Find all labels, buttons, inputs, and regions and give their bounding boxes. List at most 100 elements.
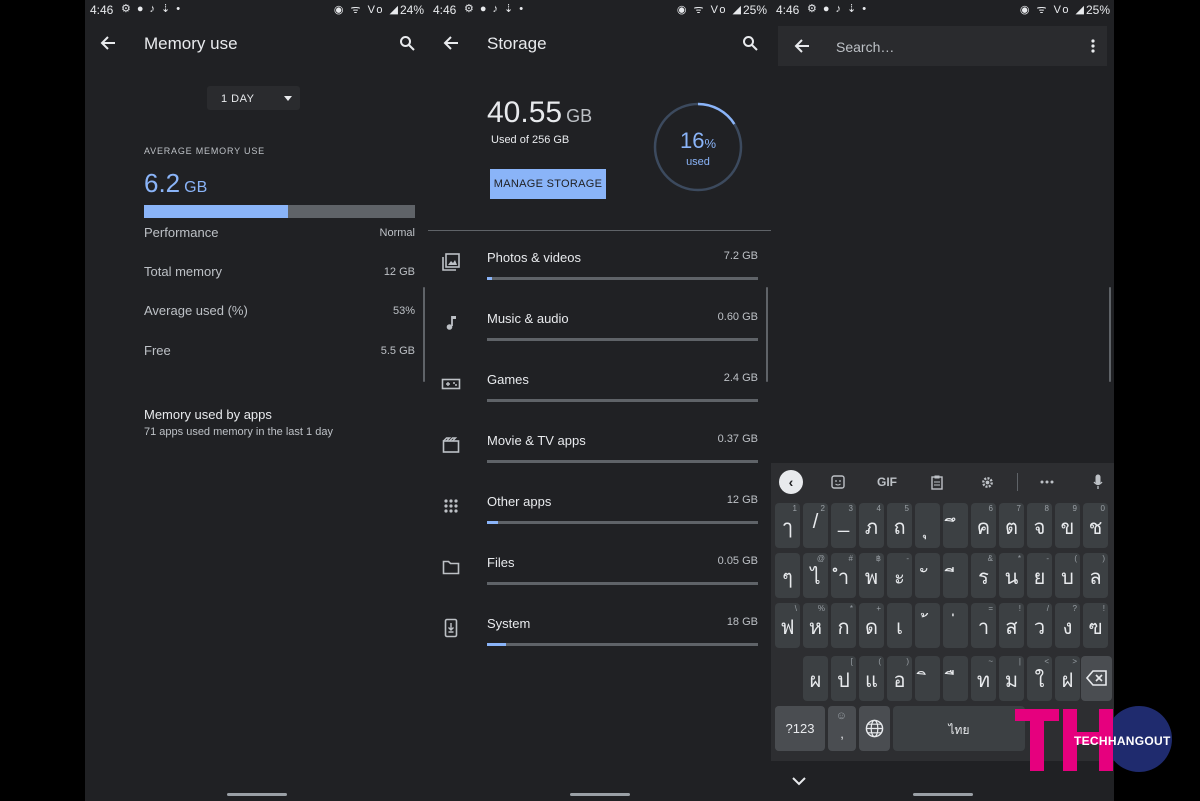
manage-storage-button[interactable]: MANAGE STORAGE xyxy=(490,169,606,199)
key-hint: 7 xyxy=(1016,504,1021,513)
key[interactable]: /2 xyxy=(803,503,828,548)
key[interactable]: ะ- xyxy=(887,553,912,598)
key-hint: 4 xyxy=(876,504,881,513)
key[interactable]: ี xyxy=(943,553,968,598)
key[interactable]: ต7 xyxy=(999,503,1024,548)
hide-keyboard-chevron-icon[interactable] xyxy=(789,771,809,791)
key[interactable]: ื xyxy=(943,656,968,701)
gesture-nav-handle[interactable] xyxy=(569,793,630,796)
storage-used-unit: GB xyxy=(566,106,593,126)
key[interactable]: ผ xyxy=(803,656,828,701)
key[interactable]: ่ xyxy=(943,603,968,648)
search-bar[interactable]: Search… xyxy=(778,26,1107,66)
key[interactable]: ใ < xyxy=(1027,656,1052,701)
key[interactable]: ฝ > xyxy=(1055,656,1080,701)
category-usage-bar xyxy=(487,643,758,646)
key[interactable]: ึ xyxy=(943,503,968,548)
settings-gear-icon[interactable] xyxy=(974,470,1000,494)
stat-label: Total memory xyxy=(144,264,223,279)
category-movie-tv-apps[interactable]: Movie & TV apps 0.37 GB xyxy=(428,420,771,481)
gesture-nav-handle[interactable] xyxy=(912,793,973,796)
category-games[interactable]: Games 2.4 GB xyxy=(428,359,771,420)
scroll-indicator[interactable] xyxy=(766,287,768,382)
symbols-key[interactable]: ?123 xyxy=(775,706,825,751)
key[interactable]: ้ xyxy=(915,603,940,648)
search-input[interactable]: Search… xyxy=(836,39,894,55)
comma-emoji-key[interactable]: ☺ , xyxy=(828,706,856,751)
period-dropdown[interactable]: 1 DAY xyxy=(207,86,300,110)
category-other-apps[interactable]: Other apps 12 GB xyxy=(428,481,771,542)
key[interactable]: ช0 xyxy=(1083,503,1108,548)
storage-used-number: 40.55 xyxy=(487,96,563,129)
sticker-icon[interactable] xyxy=(825,470,851,494)
key[interactable]: ฃ! xyxy=(1083,603,1108,648)
key[interactable]: ฟ \ xyxy=(775,603,800,648)
key[interactable]: ท ~ xyxy=(971,656,996,701)
key[interactable]: ก * xyxy=(831,603,856,648)
key[interactable]: อ) xyxy=(887,656,912,701)
key[interactable]: ๅ1 xyxy=(775,503,800,548)
key[interactable]: พ฿ xyxy=(859,553,884,598)
key[interactable]: ไ @ xyxy=(803,553,828,598)
category-name: Other apps xyxy=(487,494,552,509)
battery-level: 25% xyxy=(742,3,767,17)
gesture-nav-handle[interactable] xyxy=(226,793,287,796)
key[interactable]: า = xyxy=(971,603,996,648)
key[interactable]: ย- xyxy=(1027,553,1052,598)
back-arrow-icon[interactable] xyxy=(792,36,812,56)
key[interactable]: ล) xyxy=(1083,553,1108,598)
key[interactable]: ป[ xyxy=(831,656,856,701)
key[interactable]: ง? xyxy=(1055,603,1080,648)
language-globe-icon[interactable] xyxy=(859,706,890,751)
key-hint: ~ xyxy=(988,657,993,666)
backspace-key[interactable] xyxy=(1081,656,1112,701)
key[interactable]: ๆ xyxy=(775,553,800,598)
key[interactable]: ค6 xyxy=(971,503,996,548)
microphone-icon[interactable] xyxy=(1085,470,1111,494)
overflow-menu-icon[interactable] xyxy=(1085,36,1101,56)
key[interactable]: ส! xyxy=(999,603,1024,648)
key-char: / xyxy=(812,511,819,533)
category-files[interactable]: Files 0.05 GB xyxy=(428,542,771,603)
key[interactable]: ภ4 xyxy=(859,503,884,548)
scroll-indicator[interactable] xyxy=(423,287,425,382)
category-photos-videos[interactable]: Photos & videos 7.2 GB xyxy=(428,237,771,298)
category-system[interactable]: System 18 GB xyxy=(428,603,771,664)
gif-button[interactable]: GIF xyxy=(874,470,900,494)
key[interactable]: ิ xyxy=(915,656,940,701)
key[interactable]: _ 3 xyxy=(831,503,856,548)
category-music-audio[interactable]: Music & audio 0.60 GB xyxy=(428,298,771,359)
folder-icon xyxy=(440,556,462,578)
key[interactable]: จ8 xyxy=(1027,503,1052,548)
chevron-down-icon xyxy=(284,96,292,101)
more-options-icon[interactable] xyxy=(1034,470,1060,494)
key[interactable]: ว / xyxy=(1027,603,1052,648)
key[interactable]: ำ # xyxy=(831,553,856,598)
key[interactable]: ถ5 xyxy=(887,503,912,548)
key[interactable]: ห% xyxy=(803,603,828,648)
key[interactable]: บ( xyxy=(1055,553,1080,598)
key-char: ๆ xyxy=(782,567,793,589)
key[interactable]: ข9 xyxy=(1055,503,1080,548)
search-icon[interactable] xyxy=(396,32,418,54)
key[interactable]: เ xyxy=(887,603,912,648)
key[interactable]: แ( xyxy=(859,656,884,701)
key[interactable]: ร & xyxy=(971,553,996,598)
key[interactable]: ด + xyxy=(859,603,884,648)
key[interactable]: ุ xyxy=(915,503,940,548)
back-arrow-icon[interactable] xyxy=(97,32,119,54)
memory-used-by-apps-link[interactable]: Memory used by apps xyxy=(144,407,272,422)
key[interactable]: ม | xyxy=(999,656,1024,701)
gamepad-icon xyxy=(440,373,462,395)
battery-level: 24% xyxy=(399,3,424,17)
chevron-left-icon[interactable]: ‹ xyxy=(779,470,803,494)
key[interactable]: ั xyxy=(915,553,940,598)
search-icon[interactable] xyxy=(739,32,761,54)
key[interactable]: น * xyxy=(999,553,1024,598)
clipboard-icon[interactable] xyxy=(924,470,950,494)
key-hint: ! xyxy=(1102,604,1105,613)
spacebar[interactable]: ไทย xyxy=(893,706,1025,751)
back-arrow-icon[interactable] xyxy=(440,32,462,54)
scroll-indicator[interactable] xyxy=(1109,287,1111,382)
storage-screen: 4:46 ⚙●♪⇣• ◉ ᯤ Vo ◢ 25% Storage 40.55 GB … xyxy=(428,0,771,801)
